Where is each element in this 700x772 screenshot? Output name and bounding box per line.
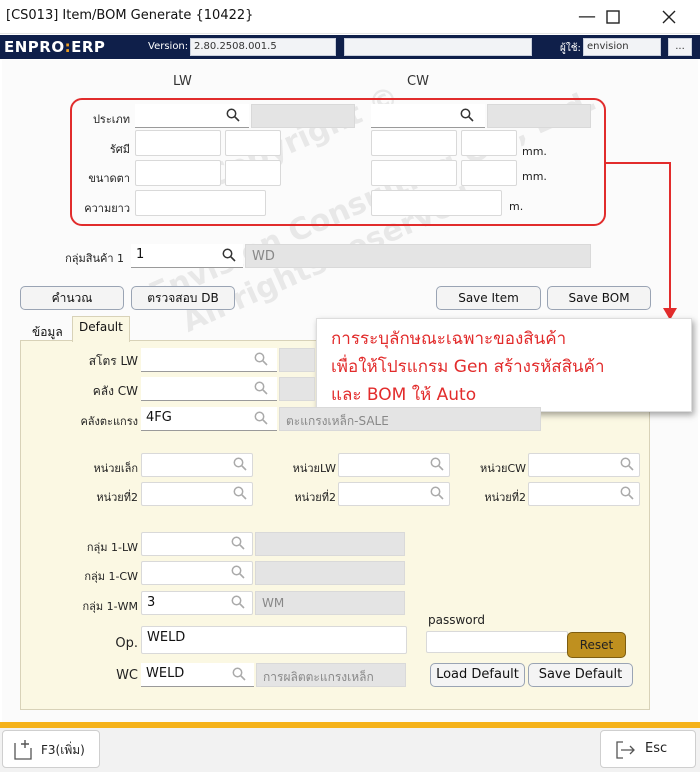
group-wm-name: WM <box>255 591 405 615</box>
maximize-button[interactable] <box>590 0 636 34</box>
group-lw-label: กลุ่ม 1-LW <box>86 541 138 554</box>
unit2-lw-search-icon[interactable] <box>430 486 444 500</box>
unit-cw-label: หน่วยCW <box>480 462 526 475</box>
reset-button[interactable]: Reset <box>567 632 626 658</box>
esc-button[interactable]: Esc <box>600 730 696 768</box>
window-title: [CS013] Item/BOM Generate {10422} <box>6 8 254 23</box>
user-field: envision <box>583 38 661 56</box>
save-bom-button[interactable]: Save BOM <box>547 286 651 310</box>
annotation-highlight-box <box>70 98 606 226</box>
new-button-label: F3(เพิ่ม) <box>41 743 85 757</box>
store-cw-label: คลัง CW <box>92 384 138 398</box>
group-wm-label: กลุ่ม 1-WM <box>82 600 138 613</box>
unit2-small-label: หน่วยที่2 <box>96 491 138 504</box>
unit-small-label: หน่วยเล็ก <box>93 462 138 475</box>
product-group-name: WD <box>245 244 591 268</box>
maximize-icon <box>606 10 620 24</box>
store-lw-label: สโตร LW <box>88 354 138 368</box>
unit2-cw-label: หน่วยที่2 <box>484 491 526 504</box>
wh-frame-search-icon[interactable] <box>254 411 268 425</box>
user-label: ผู้ใช้: <box>560 43 581 54</box>
callout-line-1: การระบุลักษณะเฉพาะของสินค้า <box>331 329 567 349</box>
wh-frame-name: ตะแกรงเหล็ก-SALE <box>279 407 541 431</box>
group-lw-name <box>255 532 405 556</box>
group-cw-search-icon[interactable] <box>231 565 245 579</box>
annotation-callout: การระบุลักษณะเฉพาะของสินค้า เพื่อให้โปรแ… <box>316 318 692 412</box>
store-lw-search-icon[interactable] <box>254 352 268 366</box>
store-lw-name <box>279 348 315 372</box>
callout-line-2: เพื่อให้โปรแกรม Gen สร้างรหัสสินค้า <box>331 357 605 377</box>
exit-icon <box>616 741 635 759</box>
unit2-cw-search-icon[interactable] <box>620 486 634 500</box>
new-button[interactable]: F3(เพิ่ม) <box>2 730 100 768</box>
version-field: 2.80.2508.001.5 <box>190 38 336 56</box>
callout-line-3: และ BOM ให้ Auto <box>331 385 477 405</box>
unit-cw-search-icon[interactable] <box>620 457 634 471</box>
logo-text-left: ENPRO <box>4 38 65 56</box>
unit2-lw-label: หน่วยที่2 <box>294 491 336 504</box>
unit-lw-search-icon[interactable] <box>430 457 444 471</box>
save-item-button[interactable]: Save Item <box>436 286 541 310</box>
password-input[interactable] <box>426 631 568 653</box>
group-cw-label: กลุ่ม 1-CW <box>84 570 138 583</box>
store-cw-name <box>279 377 315 401</box>
wh-frame-label: คลังตะแกรง <box>80 415 138 428</box>
lw-column-header: LW <box>173 74 192 89</box>
op-label: Op. <box>115 636 138 651</box>
group-cw-name <box>255 561 405 585</box>
cw-column-header: CW <box>407 74 429 89</box>
title-bar: [CS013] Item/BOM Generate {10422} — <box>0 0 700 34</box>
unit-small-search-icon[interactable] <box>233 457 247 471</box>
logo-text-right: ERP <box>71 38 106 56</box>
op-input[interactable]: WELD <box>141 626 407 654</box>
more-button[interactable]: ... <box>668 38 692 56</box>
product-group-search-icon[interactable] <box>222 248 236 262</box>
wc-label: WC <box>116 668 138 683</box>
enpro-logo: ENPRO:ERP <box>4 38 105 56</box>
tab-default[interactable]: Default <box>72 316 130 342</box>
close-icon <box>662 10 676 24</box>
esc-button-label: Esc <box>645 741 668 756</box>
version-label: Version: <box>148 41 189 52</box>
unit2-small-search-icon[interactable] <box>233 486 247 500</box>
product-group-label: กลุ่มสินค้า 1 <box>65 252 124 265</box>
tab-data[interactable]: ข้อมูล <box>26 320 69 342</box>
calculate-button[interactable]: คำนวณ <box>20 286 124 310</box>
wc-search-icon[interactable] <box>232 667 246 681</box>
app-header: ENPRO:ERP Version: 2.80.2508.001.5 ผู้ใช… <box>0 35 700 59</box>
close-button[interactable] <box>646 0 692 34</box>
footer-bar <box>0 728 700 772</box>
add-document-icon <box>14 740 32 760</box>
load-default-button[interactable]: Load Default <box>430 663 525 687</box>
header-blank-field <box>344 38 532 56</box>
wc-name: การผลิตตะแกรงเหล็ก <box>256 663 406 687</box>
check-db-button[interactable]: ตรวจสอบ DB <box>131 286 235 310</box>
store-cw-search-icon[interactable] <box>254 381 268 395</box>
password-label: password <box>428 613 485 627</box>
save-default-button[interactable]: Save Default <box>528 663 633 687</box>
group-lw-search-icon[interactable] <box>231 536 245 550</box>
group-wm-search-icon[interactable] <box>231 595 245 609</box>
unit-lw-label: หน่วยLW <box>292 462 336 475</box>
